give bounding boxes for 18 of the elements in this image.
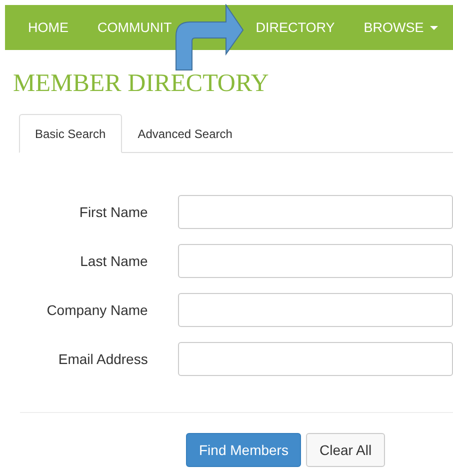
field-label: First Name [78, 204, 148, 220]
page-title: MEMBER DIRECTORY [13, 69, 270, 99]
field-label: Email Address [57, 351, 148, 367]
arrow-drawing [173, 4, 245, 72]
nav-link[interactable]: DIRECTORY [256, 20, 335, 35]
field-label: Company Name [46, 302, 148, 318]
input-field[interactable] [178, 195, 453, 229]
form-button[interactable]: Clear All [306, 433, 385, 467]
input-field[interactable] [178, 293, 453, 327]
input-field[interactable] [178, 244, 453, 278]
nav-link[interactable]: BROWSE [364, 20, 438, 35]
input-field[interactable] [178, 342, 453, 376]
field-label: Last Name [79, 253, 148, 269]
tab[interactable]: Advanced Search [122, 114, 248, 153]
form-button[interactable]: Find Members [186, 433, 302, 467]
nav-link[interactable]: COMMUNIT [98, 20, 172, 35]
nav-link[interactable]: HOME [28, 20, 68, 35]
tab[interactable]: Basic Search [19, 114, 122, 153]
